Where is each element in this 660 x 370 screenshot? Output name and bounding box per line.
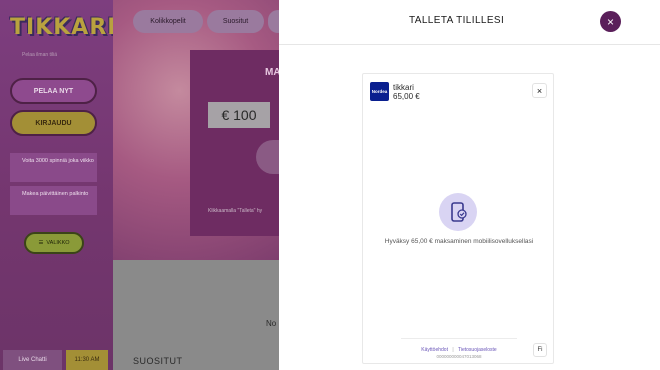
tab-popular[interactable]: Suositut [207, 10, 264, 33]
login-button[interactable]: KIRJAUDU [10, 110, 97, 136]
menu-button[interactable]: ☰ VALIKKO [24, 232, 84, 254]
link-separator: | [452, 347, 454, 353]
footer-links: Käyttöehdot | Tietosuojaseloste [363, 347, 555, 353]
amount-option[interactable]: € 100 [208, 102, 270, 128]
tab-slots[interactable]: Kolikkopelit [133, 10, 203, 33]
payment-frame: Nordea tikkari 65,00 € × Hyväksy 65,00 €… [362, 73, 554, 364]
close-icon: × [536, 85, 543, 96]
play-now-button[interactable]: PELAA NYT [10, 78, 97, 104]
live-chat-button[interactable]: Live Chatti [3, 350, 62, 370]
menu-button-label: VALIKKO [46, 240, 70, 246]
hero-hint-text: Klikkaamalla "Talleta" hy [208, 208, 263, 214]
merchant-name: tikkari [393, 83, 414, 92]
drawer-header: TALLETA TILILLESI × [279, 0, 660, 45]
logo-tagline: Pelaa ilman tiliä [22, 52, 58, 58]
content-text: No [266, 319, 277, 328]
bank-logo: Nordea [370, 82, 389, 101]
clock: 11:30 AM [66, 350, 108, 370]
payment-amount: 65,00 € [393, 92, 420, 101]
terms-link[interactable]: Käyttöehdot [421, 347, 448, 353]
approve-instruction: Hyväksy 65,00 € maksaminen mobiilisovell… [384, 238, 534, 245]
footer-divider [401, 338, 517, 339]
language-button[interactable]: Fi [533, 343, 547, 357]
content-area [113, 260, 279, 370]
promo-daily-prize[interactable]: Makea päivittäinen palkinto [10, 186, 97, 215]
menu-icon: ☰ [38, 240, 44, 246]
privacy-link[interactable]: Tietosuojaseloste [458, 347, 497, 353]
drawer-title: TALLETA TILILLESI [409, 15, 505, 26]
deposit-drawer: TALLETA TILILLESI × Nordea tikkari 65,00… [279, 0, 660, 370]
site-logo[interactable]: TIKKARI [10, 15, 115, 45]
phone-check-icon [451, 202, 467, 222]
payment-reference: 000000000047013068 [436, 354, 482, 359]
drawer-close-button[interactable]: × [600, 11, 621, 32]
payment-cancel-button[interactable]: × [532, 83, 547, 98]
sidebar: TIKKARI Pelaa ilman tiliä PELAA NYT KIRJ… [0, 0, 115, 370]
close-icon: × [606, 14, 614, 29]
section-title: SUOSITUT [133, 356, 183, 366]
promo-weekly-spins[interactable]: Voita 3000 spinniä joka viikko [10, 153, 97, 182]
mobile-approve-icon [439, 193, 477, 231]
